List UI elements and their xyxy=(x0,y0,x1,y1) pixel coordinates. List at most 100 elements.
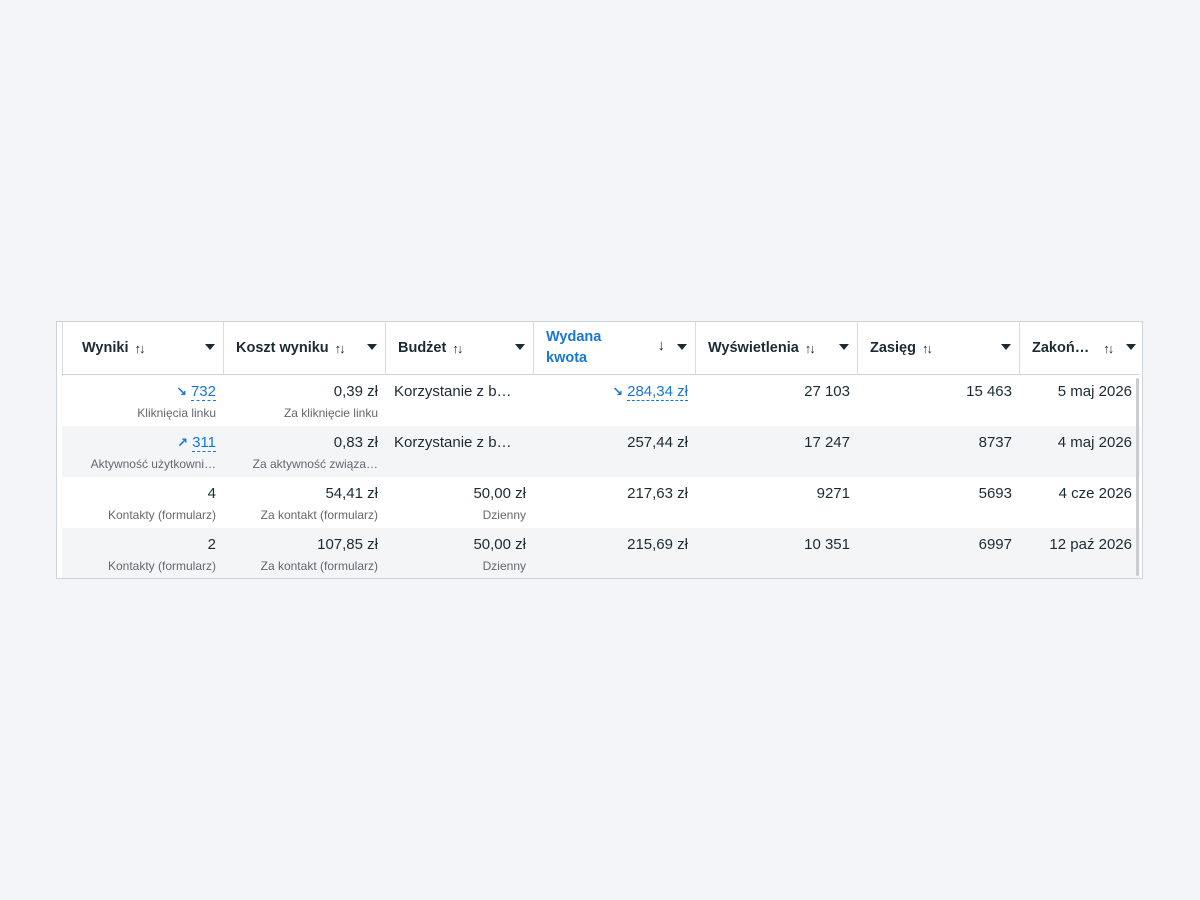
end-date-value: 4 cze 2026 xyxy=(1058,485,1132,502)
sort-icon[interactable]: ↑↓ xyxy=(805,341,816,356)
result-type: Kliknięcia linku xyxy=(137,406,216,420)
cell-results: ↘ 732 Kliknięcia linku xyxy=(62,375,224,426)
chevron-down-icon[interactable] xyxy=(1001,344,1011,350)
column-header-label: Budżet xyxy=(398,340,447,356)
cell-results: 4 Kontakty (formularz) xyxy=(62,477,224,528)
table-row[interactable]: ↘ 732 Kliknięcia linku 0,39 zł Za kliknię… xyxy=(62,375,1140,426)
sort-icon[interactable]: ↑↓ xyxy=(134,341,145,356)
sort-icon[interactable]: ↑↓ xyxy=(922,341,933,356)
cost-value: 107,85 zł xyxy=(317,536,378,553)
cell-budget: Korzystanie z b… xyxy=(386,375,534,426)
sort-icon[interactable]: ↑↓ xyxy=(452,341,463,356)
cell-cost: 0,83 zł Za aktywność związa… xyxy=(224,426,386,477)
column-header-cost-per-result[interactable]: Koszt wyniku ↑↓ xyxy=(224,322,386,374)
end-date-value: 12 paź 2026 xyxy=(1049,536,1132,553)
cell-budget: 50,00 zł Dzienny xyxy=(386,528,534,578)
column-header-impressions[interactable]: Wyświetlenia ↑↓ xyxy=(696,322,858,374)
cell-results: ↗ 311 Aktywność użytkowni… xyxy=(62,426,224,477)
impressions-value: 10 351 xyxy=(804,536,850,553)
cell-end-date: 12 paź 2026 xyxy=(1020,528,1140,578)
budget-type: Dzienny xyxy=(482,559,526,573)
sort-icon[interactable]: ↑↓ xyxy=(335,341,346,356)
reach-value: 15 463 xyxy=(966,383,1012,400)
chevron-down-icon[interactable] xyxy=(839,344,849,350)
column-header-amount-spent[interactable]: Wydana kwota ↓ xyxy=(534,322,696,374)
trend-down-icon: ↘ xyxy=(612,384,624,399)
cell-cost: 54,41 zł Za kontakt (formularz) xyxy=(224,477,386,528)
cell-end-date: 4 maj 2026 xyxy=(1020,426,1140,477)
cell-impressions: 17 247 xyxy=(696,426,858,477)
cell-end-date: 5 maj 2026 xyxy=(1020,375,1140,426)
cell-spent: 215,69 zł xyxy=(534,528,696,578)
end-date-value: 5 maj 2026 xyxy=(1057,383,1132,400)
column-header-label: Zakoń… xyxy=(1032,340,1090,356)
spent-value: 217,63 zł xyxy=(627,485,688,502)
result-type: Kontakty (formularz) xyxy=(107,559,216,573)
reach-value: 5693 xyxy=(978,485,1012,502)
cost-type: Za kontakt (formularz) xyxy=(260,559,378,573)
table-row[interactable]: 2 Kontakty (formularz) 107,85 zł Za kont… xyxy=(62,528,1140,578)
result-type: Aktywność użytkowni… xyxy=(90,457,216,471)
impressions-value: 17 247 xyxy=(804,434,850,451)
chevron-down-icon[interactable] xyxy=(677,344,687,350)
column-header-label: Wyświetlenia xyxy=(708,340,799,356)
table-body: ↘ 732 Kliknięcia linku 0,39 zł Za kliknię… xyxy=(62,375,1140,578)
cell-reach: 6997 xyxy=(858,528,1020,578)
ads-results-table: Wyniki ↑↓ Koszt wyniku ↑↓ Budżet ↑↓ Wyda… xyxy=(56,321,1143,579)
vertical-scrollbar[interactable] xyxy=(1136,378,1139,576)
spent-value: 257,44 zł xyxy=(627,434,688,451)
cell-impressions: 10 351 xyxy=(696,528,858,578)
cost-type: Za aktywność związa… xyxy=(252,457,378,471)
cell-reach: 8737 xyxy=(858,426,1020,477)
cell-impressions: 9271 xyxy=(696,477,858,528)
table-row[interactable]: 4 Kontakty (formularz) 54,41 zł Za konta… xyxy=(62,477,1140,528)
chevron-down-icon[interactable] xyxy=(205,344,215,350)
impressions-value: 9271 xyxy=(816,485,850,502)
results-link[interactable]: 732 xyxy=(190,383,216,401)
column-header-label: Wyniki xyxy=(82,340,129,356)
cost-type: Za kontakt (formularz) xyxy=(260,508,378,522)
cell-spent: ↘ 284,34 zł xyxy=(534,375,696,426)
budget-value: 50,00 zł xyxy=(473,485,526,502)
column-header-ends[interactable]: Zakoń… ↑↓ xyxy=(1020,322,1140,374)
reach-value: 8737 xyxy=(978,434,1012,451)
column-header-budget[interactable]: Budżet ↑↓ xyxy=(386,322,534,374)
budget-type: Dzienny xyxy=(482,508,526,522)
reach-value: 6997 xyxy=(978,536,1012,553)
results-value: 2 xyxy=(207,536,216,553)
column-header-label: Wydana kwota xyxy=(546,329,602,366)
cell-end-date: 4 cze 2026 xyxy=(1020,477,1140,528)
cell-cost: 107,85 zł Za kontakt (formularz) xyxy=(224,528,386,578)
trend-down-icon: ↘ xyxy=(176,384,187,399)
column-header-label: Koszt wyniku xyxy=(236,340,329,356)
end-date-value: 4 maj 2026 xyxy=(1057,434,1132,451)
table-row[interactable]: ↗ 311 Aktywność użytkowni… 0,83 zł Za akt… xyxy=(62,426,1140,477)
results-value: 4 xyxy=(207,485,216,502)
sort-descending-icon[interactable]: ↓ xyxy=(658,337,666,354)
results-link[interactable]: 311 xyxy=(192,434,216,452)
cell-budget: Korzystanie z b… xyxy=(386,426,534,477)
table-header: Wyniki ↑↓ Koszt wyniku ↑↓ Budżet ↑↓ Wyda… xyxy=(62,322,1140,375)
impressions-value: 27 103 xyxy=(804,383,850,400)
cost-type: Za kliknięcie linku xyxy=(283,406,378,420)
budget-value: Korzystanie z b… xyxy=(394,383,512,400)
cell-cost: 0,39 zł Za kliknięcie linku xyxy=(224,375,386,426)
sort-icon[interactable]: ↑↓ xyxy=(1103,341,1114,356)
cell-spent: 257,44 zł xyxy=(534,426,696,477)
chevron-down-icon[interactable] xyxy=(1126,344,1136,350)
column-header-label: Zasięg xyxy=(870,340,916,356)
cost-value: 0,83 zł xyxy=(333,434,378,451)
cell-reach: 5693 xyxy=(858,477,1020,528)
chevron-down-icon[interactable] xyxy=(367,344,377,350)
budget-value: Korzystanie z b… xyxy=(394,434,512,451)
chevron-down-icon[interactable] xyxy=(515,344,525,350)
cell-spent: 217,63 zł xyxy=(534,477,696,528)
column-header-reach[interactable]: Zasięg ↑↓ xyxy=(858,322,1020,374)
column-header-results[interactable]: Wyniki ↑↓ xyxy=(62,322,224,374)
cost-value: 0,39 zł xyxy=(333,383,378,400)
budget-value: 50,00 zł xyxy=(473,536,526,553)
spent-value: 215,69 zł xyxy=(627,536,688,553)
cell-budget: 50,00 zł Dzienny xyxy=(386,477,534,528)
result-type: Kontakty (formularz) xyxy=(107,508,216,522)
spent-link[interactable]: 284,34 zł xyxy=(627,383,688,401)
